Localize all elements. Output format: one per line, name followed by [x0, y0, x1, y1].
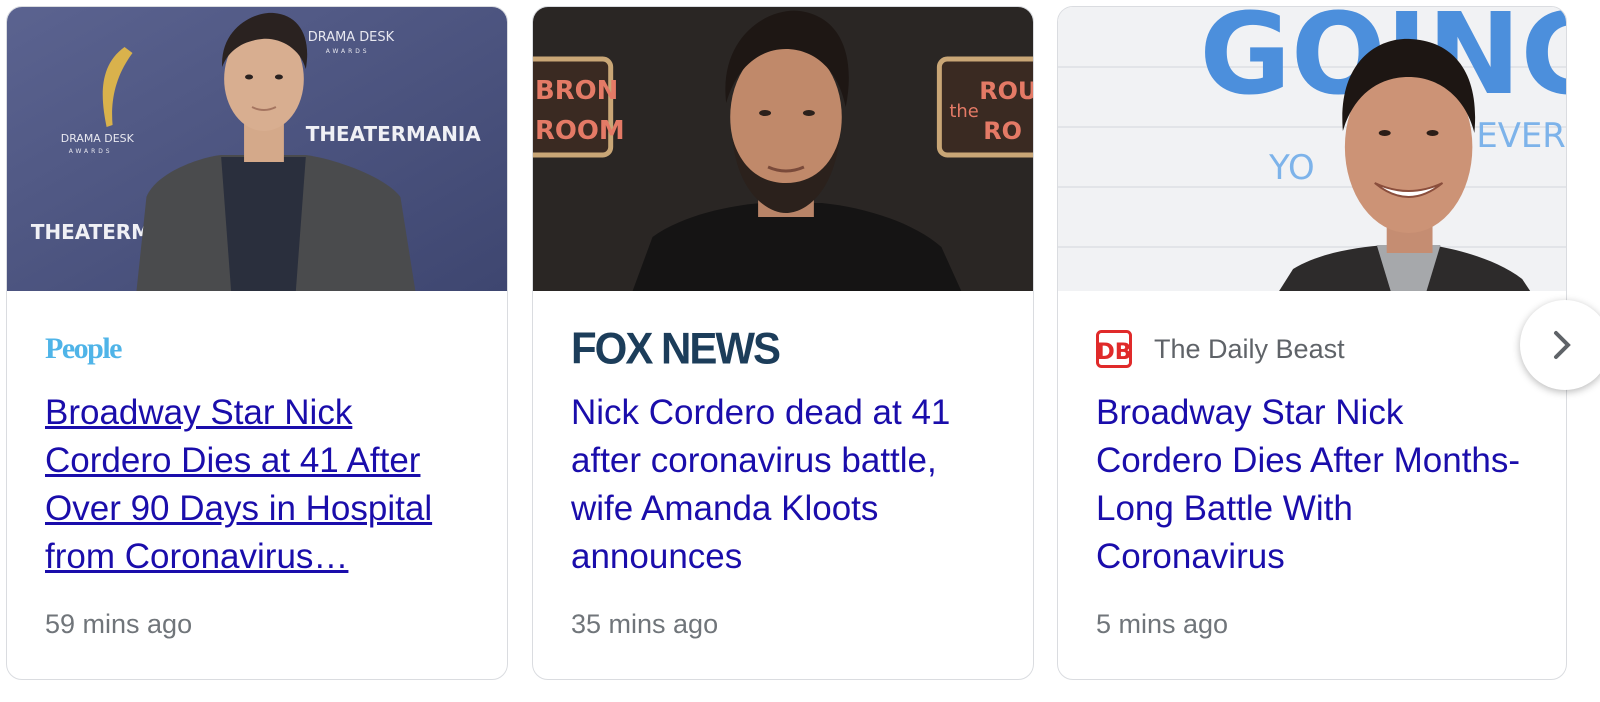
- daily-beast-logo-icon: DB: [1096, 330, 1132, 368]
- svg-text:ROOM: ROOM: [535, 116, 625, 146]
- svg-text:YO: YO: [1268, 149, 1314, 188]
- article-thumbnail[interactable]: BRON ROOM the ROU RO: [533, 7, 1033, 291]
- top-stories-carousel: DRAMA DESK AWARDS DRAMA DESK AWARDS THEA…: [0, 0, 1600, 702]
- news-card-fox-news[interactable]: BRON ROOM the ROU RO FOX NEWS Nick Corde…: [532, 6, 1034, 680]
- headline-link[interactable]: Broadway Star Nick Cordero Dies After Mo…: [1096, 389, 1536, 581]
- svg-text:EVER: EVER: [1476, 117, 1565, 156]
- svg-text:DRAMA DESK: DRAMA DESK: [308, 30, 395, 45]
- svg-text:RO: RO: [983, 117, 1022, 145]
- news-card-daily-beast[interactable]: GOING YO EVER: [1057, 6, 1567, 680]
- svg-text:DB: DB: [1096, 340, 1131, 365]
- svg-text:the: the: [949, 101, 978, 122]
- svg-text:THEATERMANIA: THEATERMANIA: [306, 122, 482, 146]
- source-name: The Daily Beast: [1154, 333, 1345, 364]
- source-name: FOX NEWS: [571, 323, 781, 374]
- svg-text:THEATERM: THEATERM: [31, 220, 151, 244]
- article-photo: DRAMA DESK AWARDS DRAMA DESK AWARDS THEA…: [7, 7, 507, 291]
- article-photo: BRON ROOM the ROU RO: [533, 7, 1033, 291]
- svg-text:DRAMA DESK: DRAMA DESK: [61, 132, 135, 145]
- headline-link[interactable]: Broadway Star Nick Cordero Dies at 41 Af…: [45, 389, 475, 581]
- article-thumbnail[interactable]: GOING YO EVER: [1058, 7, 1566, 291]
- svg-text:ROU: ROU: [979, 77, 1033, 105]
- timestamp: 5 mins ago: [1096, 609, 1229, 639]
- chevron-right-icon: [1554, 331, 1571, 359]
- svg-text:AWARDS: AWARDS: [326, 48, 370, 55]
- source-logo: FOX NEWS: [571, 324, 781, 373]
- timestamp: 35 mins ago: [571, 609, 719, 639]
- news-card-people[interactable]: DRAMA DESK AWARDS DRAMA DESK AWARDS THEA…: [6, 6, 508, 680]
- source-logo: DB The Daily Beast: [1096, 329, 1345, 369]
- source-logo: People: [45, 329, 122, 369]
- svg-text:BRON: BRON: [535, 76, 618, 106]
- article-photo: GOING YO EVER: [1058, 7, 1566, 291]
- source-name: People: [45, 332, 122, 365]
- timestamp: 59 mins ago: [45, 609, 193, 639]
- svg-text:AWARDS: AWARDS: [69, 148, 113, 155]
- headline-link[interactable]: Nick Cordero dead at 41 after coronaviru…: [571, 389, 1001, 581]
- carousel-next-button[interactable]: [1520, 300, 1600, 390]
- article-thumbnail[interactable]: DRAMA DESK AWARDS DRAMA DESK AWARDS THEA…: [7, 7, 507, 291]
